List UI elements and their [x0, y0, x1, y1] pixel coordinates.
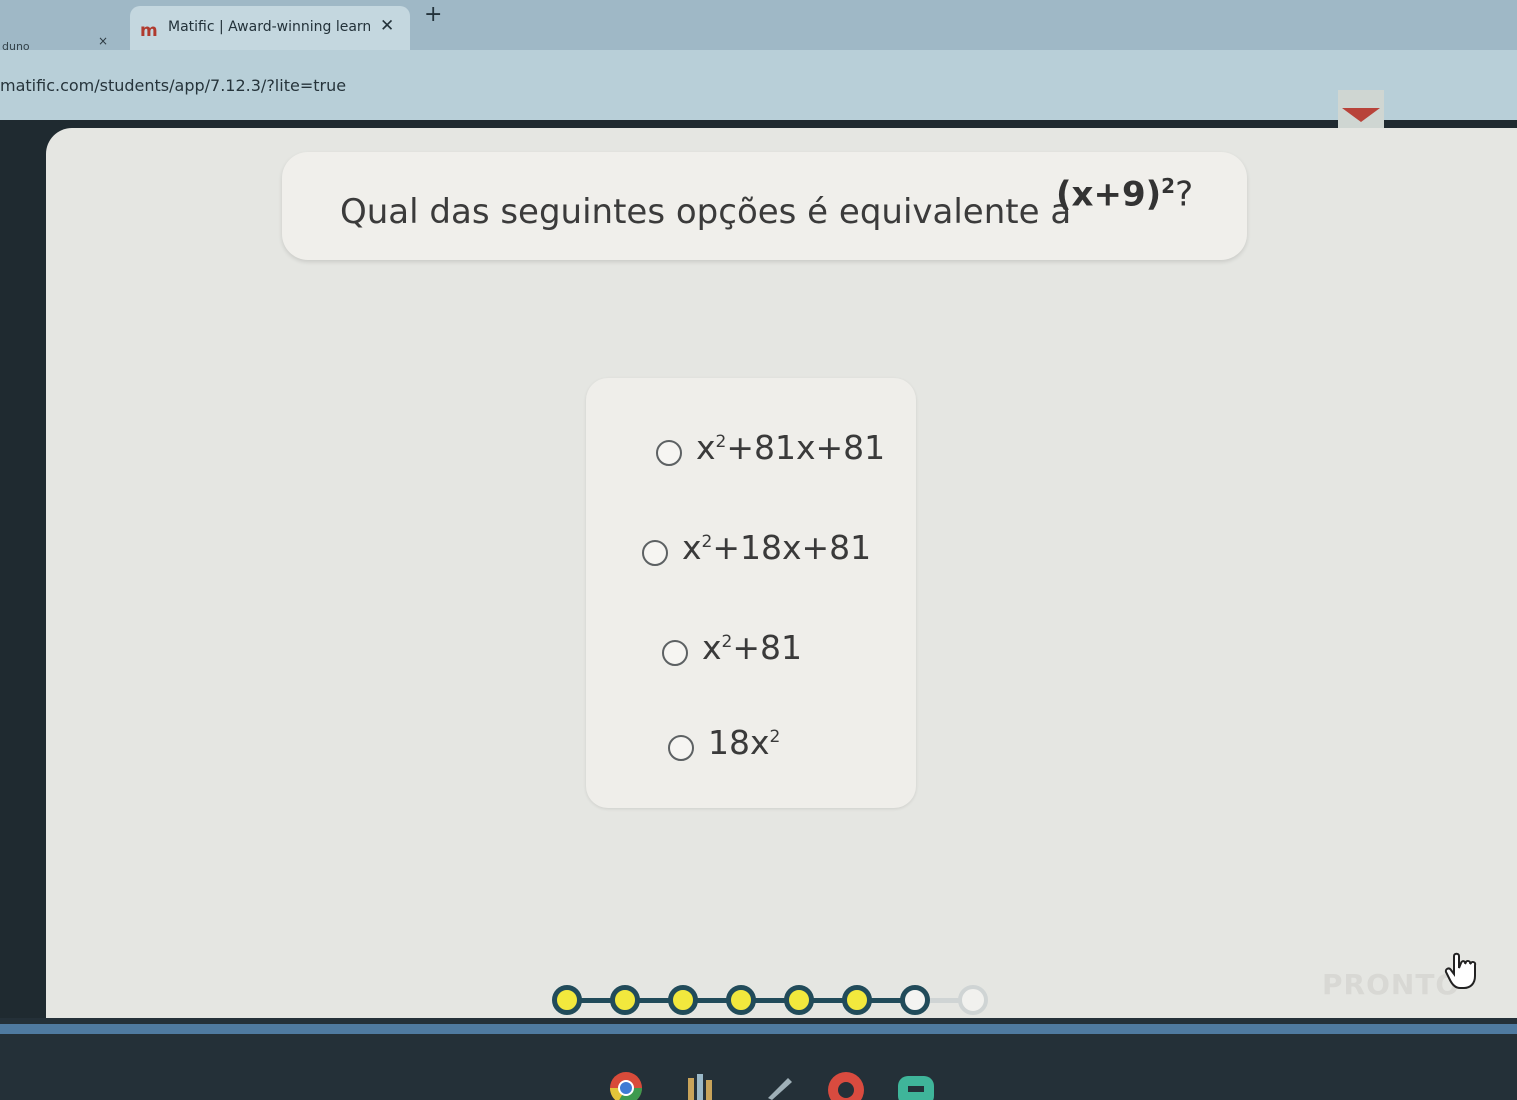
matific-favicon-icon: m [140, 21, 158, 41]
chrome-icon[interactable] [606, 1064, 646, 1100]
question-text: Qual das seguintes opções é equivalente … [340, 192, 1072, 232]
option-1-exponent: 2 [715, 432, 727, 452]
hand-cursor-icon [1444, 952, 1477, 989]
tab-close-icon[interactable]: ✕ [380, 16, 394, 36]
option-4-radio[interactable] [668, 735, 694, 761]
answer-options-card: x2+81x+81 x2+18x+81 x2+81 18x2 [586, 378, 916, 808]
option-2-expression: x2+18x+81 [682, 528, 871, 567]
browser-tab-strip: duno × m Matific | Award-winning learnin… [0, 0, 1517, 53]
option-4-term: 18x [708, 723, 770, 762]
files-icon[interactable] [680, 1064, 720, 1100]
red-app-icon[interactable] [826, 1064, 866, 1100]
option-2-exponent: 2 [701, 532, 713, 552]
question-expression: (x+9)2? [1056, 174, 1193, 214]
tab-previous-close-icon[interactable]: × [98, 34, 108, 48]
new-tab-button[interactable]: + [424, 2, 442, 27]
progress-step-8 [958, 985, 988, 1015]
option-4-expression: 18x2 [708, 723, 780, 762]
teal-app-icon[interactable] [896, 1064, 936, 1100]
url-text[interactable]: matific.com/students/app/7.12.3/?lite=tr… [0, 76, 346, 95]
question-expression-exponent: 2 [1161, 174, 1176, 198]
progress-step-7 [900, 985, 930, 1015]
option-3-term: x [702, 628, 722, 667]
option-3-radio[interactable] [662, 640, 688, 666]
question-expression-base: (x+9) [1056, 174, 1162, 215]
option-2-term: x [682, 528, 702, 567]
option-1[interactable]: x2+81x+81 [656, 428, 906, 484]
option-2-radio[interactable] [642, 540, 668, 566]
progress-step-5 [784, 985, 814, 1015]
progress-step-3 [668, 985, 698, 1015]
pronto-button[interactable]: PRONTO [1322, 968, 1460, 1001]
option-3-expression: x2+81 [702, 628, 802, 667]
tab-matific-title: Matific | Award-winning learnin [168, 19, 370, 35]
address-bar[interactable]: matific.com/students/app/7.12.3/?lite=tr… [0, 50, 1517, 148]
option-3-exponent: 2 [721, 632, 733, 652]
progress-step-6 [842, 985, 872, 1015]
question-panel: Qual das seguintes opções é equivalente … [282, 152, 1247, 260]
progress-step-2 [610, 985, 640, 1015]
page-bottom-edge [0, 1024, 1517, 1034]
option-1-term: x [696, 428, 716, 467]
option-2[interactable]: x2+18x+81 [642, 528, 892, 584]
option-3[interactable]: x2+81 [662, 628, 912, 684]
question-mark: ? [1175, 174, 1194, 215]
taskbar [0, 1018, 1517, 1100]
pen-icon[interactable] [760, 1064, 800, 1100]
tab-matific[interactable]: m Matific | Award-winning learnin ✕ [130, 6, 410, 50]
option-1-expression: x2+81x+81 [696, 428, 885, 467]
tab-previous[interactable]: duno × [0, 22, 130, 53]
option-4[interactable]: 18x2 [668, 723, 918, 779]
activity-page: Qual das seguintes opções é equivalente … [46, 128, 1517, 1018]
option-1-radio[interactable] [656, 440, 682, 466]
option-2-rest: +18x+81 [712, 528, 872, 567]
option-1-rest: +81x+81 [726, 428, 886, 467]
progress-step-1 [552, 985, 582, 1015]
option-3-rest: +81 [732, 628, 803, 667]
progress-step-4 [726, 985, 756, 1015]
option-4-exponent: 2 [769, 727, 781, 747]
